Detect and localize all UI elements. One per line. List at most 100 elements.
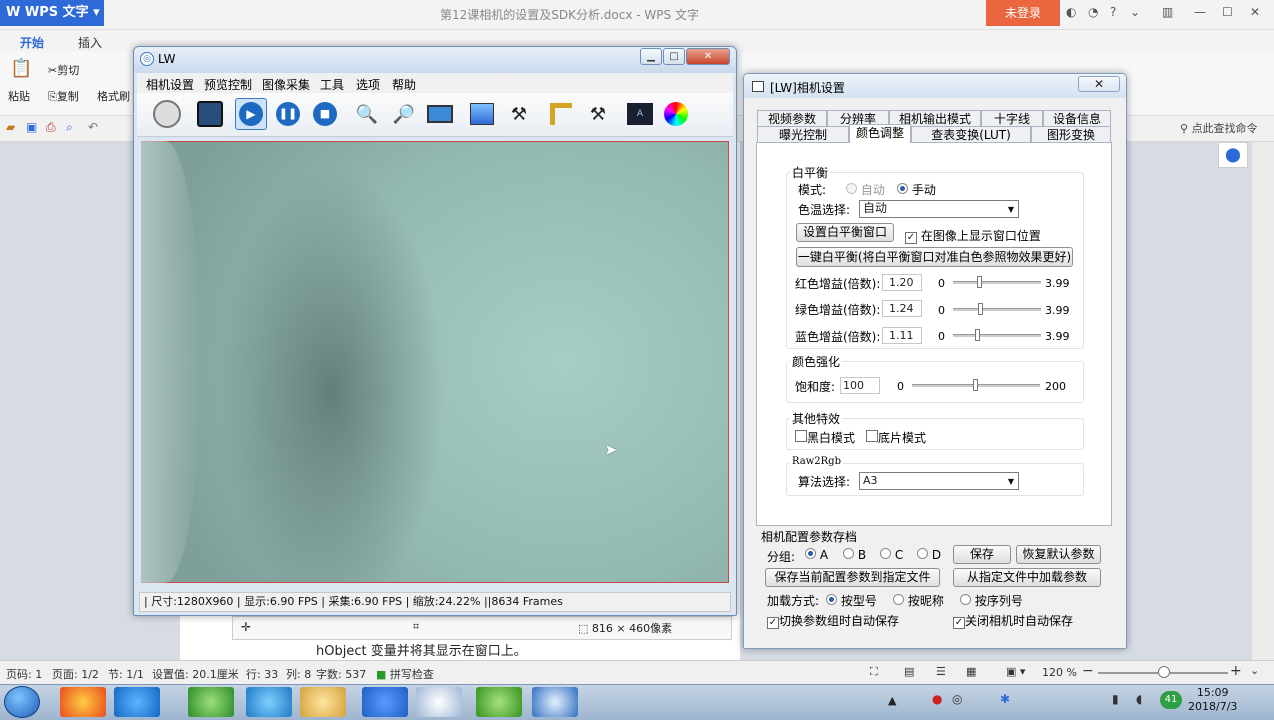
play-icon[interactable]: ▶ <box>235 98 267 130</box>
spell-check-toggle[interactable]: ■ 拼写检查 <box>376 666 434 682</box>
load-by-serial-radio[interactable]: 按序列号 <box>960 592 1023 609</box>
group-b-radio[interactable]: B <box>843 548 866 562</box>
wps-minimize-button[interactable]: — <box>1194 5 1206 19</box>
tray-security-icon[interactable]: ● <box>932 692 942 706</box>
menu-options[interactable]: 选项 <box>356 76 380 93</box>
save-to-file-button[interactable]: 保存当前配置参数到指定文件 <box>765 568 940 587</box>
zoom-out-icon[interactable]: 🔎 <box>388 98 420 130</box>
save-params-button[interactable]: 保存 <box>953 545 1011 564</box>
feedback-icon[interactable]: ◔ <box>1088 5 1098 19</box>
web-view-icon[interactable]: ▦ <box>966 665 976 678</box>
green-gain-thumb[interactable] <box>978 303 983 315</box>
restore-defaults-button[interactable]: 恢复默认参数 <box>1016 545 1101 564</box>
algo-select[interactable]: A3 ▼ <box>859 472 1019 490</box>
skin-icon[interactable]: ◐ <box>1066 5 1076 19</box>
taskbar-app-1[interactable] <box>60 687 106 717</box>
saturation-input[interactable]: 100 <box>840 377 880 394</box>
taskbar-camera-app-icon[interactable] <box>246 687 292 717</box>
wps-close-button[interactable]: ✕ <box>1250 5 1260 19</box>
undo-icon[interactable]: ↶ <box>88 120 98 134</box>
blue-gain-thumb[interactable] <box>975 329 980 341</box>
group-a-radio[interactable]: A <box>805 548 828 562</box>
color-temp-select[interactable]: 自动 ▼ <box>859 200 1019 218</box>
group-c-radio[interactable]: C <box>880 548 903 562</box>
network-icon[interactable]: ▮ <box>1112 692 1119 706</box>
crop-icon[interactable]: ⌗ <box>413 620 419 634</box>
location-icon[interactable]: ⬤ <box>1218 142 1248 168</box>
zoom-menu-icon[interactable]: ⌄ <box>1250 664 1259 677</box>
paste-button[interactable]: 粘贴 <box>8 88 30 104</box>
options-chevron-icon[interactable]: ⌄ <box>1130 5 1140 19</box>
taskbar-folder-icon[interactable] <box>300 687 346 717</box>
tab-exposure[interactable]: 曝光控制 <box>757 126 849 143</box>
status-pages[interactable]: 页面: 1/2 <box>52 666 99 682</box>
lw-maximize-button[interactable]: □ <box>663 48 685 65</box>
tab-start[interactable]: 开始 <box>20 34 44 51</box>
snapshot-icon[interactable] <box>466 98 498 130</box>
red-gain-input[interactable]: 1.20 <box>882 274 922 291</box>
help-icon[interactable]: ? <box>1110 5 1116 19</box>
display-mode-icon[interactable]: A <box>624 98 656 130</box>
fullscreen-view-icon[interactable]: ⛶ <box>870 665 878 679</box>
window-switch-icon[interactable]: ▥ <box>1162 5 1173 19</box>
green-gain-input[interactable]: 1.24 <box>882 300 922 317</box>
open-folder-icon[interactable]: ▰ <box>6 120 15 134</box>
stop-icon[interactable]: ■ <box>309 98 341 130</box>
tab-insert[interactable]: 插入 <box>78 34 102 51</box>
document-scrollbar[interactable] <box>1252 142 1274 660</box>
menu-tools[interactable]: 工具 <box>320 76 344 93</box>
one-key-wb-button[interactable]: 一键白平衡(将白平衡窗口对准白色参照物效果更好) <box>796 247 1073 267</box>
tab-transform[interactable]: 图形变换 <box>1031 126 1111 143</box>
saturation-thumb[interactable] <box>973 379 978 391</box>
pause-icon[interactable]: ❚❚ <box>272 98 304 130</box>
format-painter-button[interactable]: 格式刷 <box>97 88 130 104</box>
taskbar-wps-icon[interactable] <box>362 687 408 717</box>
command-search[interactable]: ⚲ 点此查找命令 <box>1180 120 1258 136</box>
tray-expand-icon[interactable]: ▲ <box>888 694 896 707</box>
menu-preview-control[interactable]: 预览控制 <box>204 76 252 93</box>
status-word-count[interactable]: 字数: 537 <box>316 666 366 682</box>
volume-icon[interactable]: ◖ <box>1136 692 1142 706</box>
load-by-nickname-radio[interactable]: 按昵称 <box>893 592 944 609</box>
login-button[interactable]: 未登录 <box>986 0 1060 26</box>
color-wheel-icon[interactable] <box>660 98 692 130</box>
menu-help[interactable]: 帮助 <box>392 76 416 93</box>
red-gain-slider[interactable] <box>953 281 1041 284</box>
blue-gain-input[interactable]: 1.11 <box>882 327 922 344</box>
auto-save-switch-checkbox[interactable]: ✓ 切换参数组时自动保存 <box>767 612 899 629</box>
blue-gain-slider[interactable] <box>953 334 1041 337</box>
zoom-slider-thumb[interactable] <box>1158 666 1170 678</box>
tray-app-icon[interactable]: ◎ <box>952 692 962 706</box>
paste-icon[interactable]: 📋 <box>10 58 32 79</box>
tab-lut[interactable]: 查表变换(LUT) <box>911 126 1031 143</box>
camera-info-icon[interactable] <box>194 98 226 130</box>
taskbar-browser-icon[interactable] <box>114 687 160 717</box>
tab-color-adjust[interactable]: 颜色调整 <box>849 124 911 143</box>
taskbar-paint-icon[interactable] <box>416 687 462 717</box>
taskbar-clock[interactable]: 15:09 2018/7/3 <box>1188 686 1237 714</box>
lw-minimize-button[interactable]: ▁ <box>640 48 662 65</box>
negative-mode-checkbox[interactable]: 底片模式 <box>866 429 926 446</box>
zoom-in-button[interactable]: + <box>1230 663 1242 679</box>
page-view-icon[interactable]: ▤ <box>904 665 914 678</box>
mono-mode-checkbox[interactable]: 黑白模式 <box>795 429 855 446</box>
outline-view-icon[interactable]: ☰ <box>936 665 946 678</box>
wb-mode-manual-radio[interactable]: 手动 <box>897 181 936 198</box>
green-gain-slider[interactable] <box>953 308 1041 311</box>
show-wb-window-checkbox[interactable]: ✓ 在图像上显示窗口位置 <box>905 227 1041 244</box>
lw-close-button[interactable]: ✕ <box>686 48 730 65</box>
zoom-in-icon[interactable]: 🔍 <box>351 98 383 130</box>
load-by-model-radio[interactable]: 按型号 <box>826 592 877 609</box>
camera-settings-close-button[interactable]: ✕ <box>1078 76 1120 92</box>
red-gain-thumb[interactable] <box>977 276 982 288</box>
copy-button[interactable]: ⎘复制 <box>48 88 79 104</box>
save-icon[interactable]: ▣ <box>26 120 37 134</box>
auto-save-close-checkbox[interactable]: ✓ 关闭相机时自动保存 <box>953 612 1073 629</box>
print-icon[interactable]: ⎙ <box>46 120 56 135</box>
zoom-out-button[interactable]: − <box>1082 663 1094 679</box>
start-button[interactable] <box>4 686 40 718</box>
taskbar-app-8[interactable] <box>476 687 522 717</box>
load-from-file-button[interactable]: 从指定文件中加载参数 <box>953 568 1101 587</box>
move-handle-icon[interactable]: ✛ <box>241 620 251 634</box>
calibration-tools-icon[interactable]: ⚒ <box>582 98 614 130</box>
